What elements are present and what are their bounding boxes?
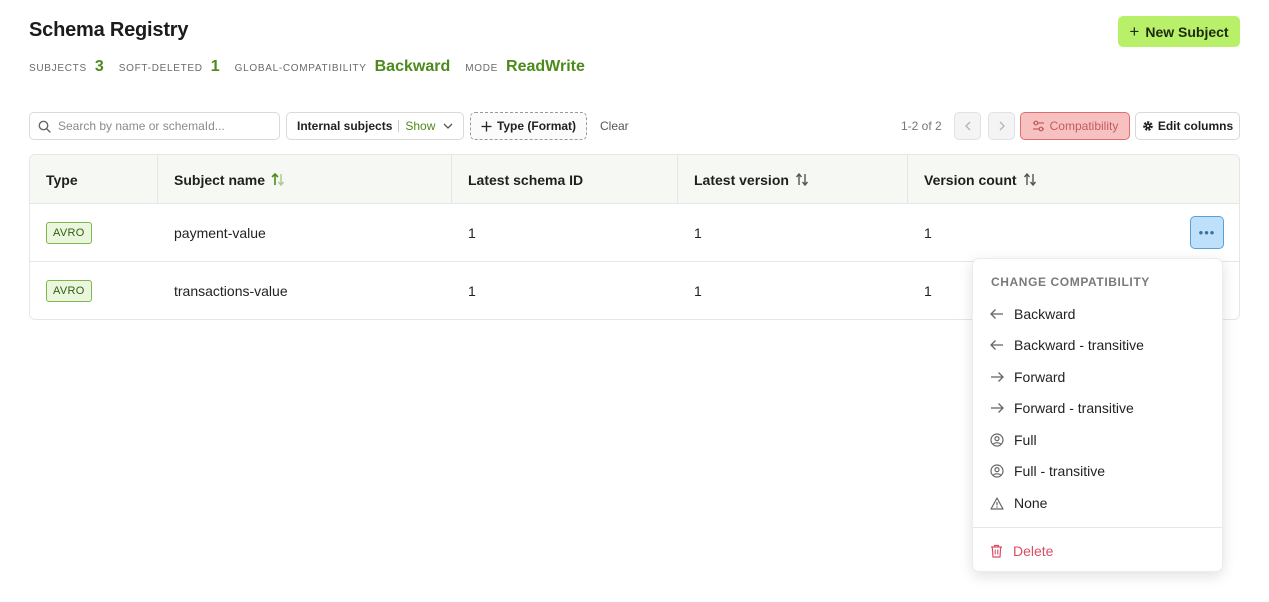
menu-item-full-transitive[interactable]: Full - transitive	[990, 461, 1105, 481]
row-actions-button[interactable]: •••	[1190, 216, 1224, 249]
type-cell: AVRO	[46, 262, 92, 319]
sort-ascending-icon	[271, 173, 285, 186]
warning-icon	[990, 496, 1004, 510]
stat-label-mode: MODE	[465, 63, 499, 74]
type-cell: AVRO	[46, 204, 92, 261]
internal-subjects-label: Internal subjects	[297, 119, 393, 133]
page-title: Schema Registry	[29, 19, 189, 41]
latest-version-cell: 1	[694, 282, 702, 299]
filter-separator	[398, 120, 400, 132]
chevron-left-icon	[964, 121, 970, 131]
stat-label-subjects: SUBJECTS	[29, 63, 87, 74]
menu-item-label: None	[1014, 495, 1048, 511]
pagination-text: 1-2 of 2	[901, 119, 942, 133]
plus-icon: +	[1129, 21, 1140, 41]
format-badge: AVRO	[46, 279, 92, 302]
sliders-icon	[1032, 120, 1044, 132]
edit-columns-button[interactable]: Edit columns	[1135, 112, 1240, 140]
format-badge: AVRO	[46, 221, 92, 244]
trash-icon	[991, 544, 1002, 558]
arrow-right-icon	[991, 403, 1004, 413]
column-header-latest-schema-id-label: Latest schema ID	[468, 171, 584, 188]
menu-item-label: Full - transitive	[1014, 463, 1106, 479]
column-header-version-count[interactable]: Version count	[908, 155, 1239, 204]
column-header-subject-name-label: Subject name	[174, 171, 266, 188]
menu-item-label: Full	[1014, 432, 1037, 448]
type-format-filter-button[interactable]: Type (Format)	[470, 112, 587, 140]
gear-icon	[1143, 121, 1153, 131]
arrow-right-icon	[991, 372, 1004, 382]
user-circle-icon	[990, 464, 1004, 478]
new-subject-label: New Subject	[1145, 23, 1229, 40]
column-header-type: Type	[30, 155, 158, 204]
column-header-latest-version-label: Latest version	[694, 171, 789, 188]
table-row[interactable]: AVRO payment-value 1 1 1 •••	[30, 204, 1239, 262]
change-compatibility-heading: CHANGE COMPATIBILITY	[991, 275, 1150, 289]
next-page-button[interactable]	[988, 112, 1015, 140]
toolbar: Internal subjects Show Type (Format) Cle…	[29, 112, 1240, 140]
clear-filters-button[interactable]: Clear	[600, 112, 629, 140]
stats-bar: SUBJECTS 3 SOFT-DELETED 1 GLOBAL-COMPATI…	[29, 58, 600, 76]
menu-item-label: Backward - transitive	[1014, 337, 1144, 353]
compatibility-button[interactable]: Compatibility	[1020, 112, 1130, 140]
search-icon	[38, 120, 51, 133]
column-header-latest-version[interactable]: Latest version	[678, 155, 908, 204]
column-header-type-label: Type	[46, 171, 78, 188]
menu-item-label: Forward - transitive	[1014, 400, 1134, 416]
menu-item-none[interactable]: None	[990, 493, 1047, 513]
more-icon: •••	[1198, 225, 1216, 240]
menu-item-label: Delete	[1013, 543, 1054, 559]
internal-subjects-value: Show	[405, 119, 436, 133]
new-subject-button[interactable]: + New Subject	[1118, 16, 1240, 47]
menu-item-delete[interactable]: Delete	[990, 541, 1053, 561]
stat-label-global-compatibility: GLOBAL-COMPATIBILITY	[234, 63, 367, 74]
subject-name-cell[interactable]: transactions-value	[174, 262, 288, 319]
row-actions-menu: CHANGE COMPATIBILITY Backward Backward -…	[972, 258, 1223, 572]
compatibility-label: Compatibility	[1049, 119, 1119, 133]
user-circle-icon	[990, 433, 1004, 447]
version-count-cell: 1	[924, 224, 932, 241]
latest-schema-id-cell: 1	[468, 224, 476, 241]
menu-item-forward-transitive[interactable]: Forward - transitive	[990, 398, 1134, 418]
stat-value-global-compatibility: Backward	[374, 58, 451, 75]
arrow-left-icon	[990, 309, 1003, 319]
search-box	[29, 112, 280, 140]
column-header-latest-schema-id: Latest schema ID	[452, 155, 678, 204]
menu-item-backward[interactable]: Backward	[990, 304, 1075, 324]
latest-schema-id-cell: 1	[468, 282, 476, 299]
type-format-label: Type (Format)	[496, 119, 577, 133]
menu-item-label: Backward	[1014, 306, 1076, 322]
menu-item-backward-transitive[interactable]: Backward - transitive	[990, 335, 1144, 355]
edit-columns-label: Edit columns	[1157, 119, 1234, 133]
plus-icon	[481, 121, 492, 131]
stat-value-soft-deleted: 1	[210, 58, 220, 75]
search-input[interactable]	[58, 119, 268, 133]
menu-divider	[973, 527, 1222, 528]
stat-label-soft-deleted: SOFT-DELETED	[118, 63, 203, 74]
chevron-down-icon	[443, 123, 453, 129]
latest-version-cell: 1	[694, 224, 702, 241]
column-header-version-count-label: Version count	[924, 171, 1017, 188]
sort-icon	[795, 173, 808, 186]
version-count-cell: 1	[924, 282, 932, 299]
menu-item-full[interactable]: Full	[990, 430, 1037, 450]
menu-item-label: Forward	[1014, 369, 1066, 385]
chevron-right-icon	[999, 121, 1005, 131]
previous-page-button[interactable]	[954, 112, 981, 140]
column-header-subject-name[interactable]: Subject name	[158, 155, 452, 204]
internal-subjects-filter[interactable]: Internal subjects Show	[286, 112, 464, 140]
stat-value-mode: ReadWrite	[506, 58, 585, 75]
table-header: Type Subject name Latest schema ID Lates…	[30, 155, 1239, 204]
subject-name-cell[interactable]: payment-value	[174, 204, 266, 261]
stat-value-subjects: 3	[94, 58, 104, 75]
menu-item-forward[interactable]: Forward	[990, 367, 1065, 387]
arrow-left-icon	[990, 340, 1003, 350]
sort-icon	[1023, 173, 1036, 186]
